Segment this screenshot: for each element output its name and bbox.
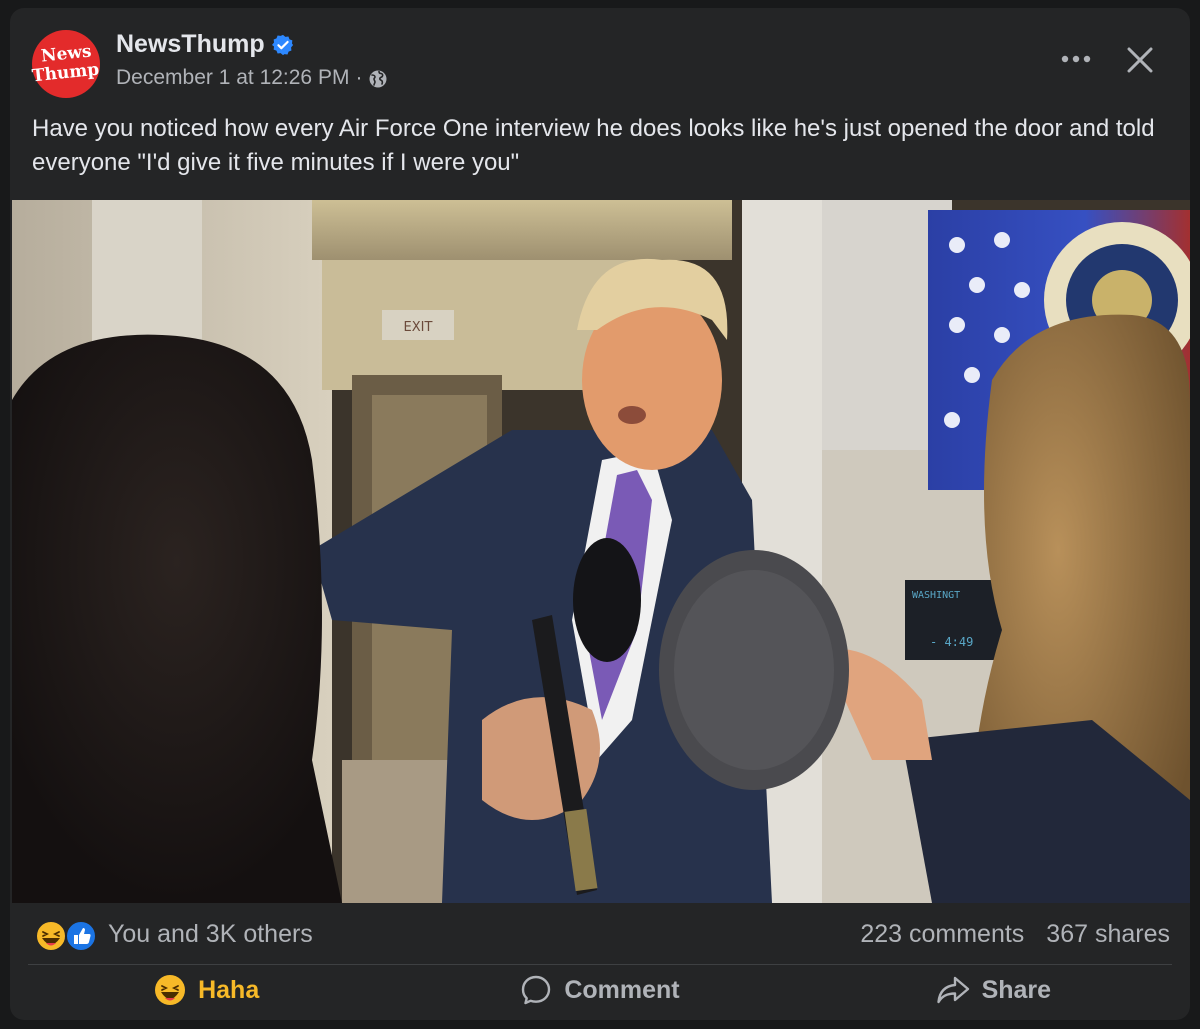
display-text-1: WASHINGT xyxy=(912,590,960,601)
reaction-summary-icons[interactable] xyxy=(34,918,104,954)
share-button[interactable]: Share xyxy=(797,966,1190,1014)
engagement-counts: 223 comments 367 shares xyxy=(860,920,1170,949)
meta-separator: · xyxy=(355,66,363,89)
close-button[interactable] xyxy=(1120,40,1160,80)
post-meta: December 1 at 12:26 PM · xyxy=(116,66,388,90)
post-card: News Thump NewsThump December 1 at 12:26… xyxy=(10,8,1190,1020)
post-video[interactable]: EXIT WASHINGT - 4:49 xyxy=(12,200,1190,903)
verified-badge-icon xyxy=(272,34,294,56)
globe-icon[interactable] xyxy=(368,69,388,89)
post-header: News Thump NewsThump December 1 at 12:26… xyxy=(10,8,1190,108)
avatar-text-line2: Thump xyxy=(31,59,101,87)
exit-sign: EXIT xyxy=(404,320,433,335)
shares-count[interactable]: 367 shares xyxy=(1046,920,1170,949)
haha-label: Haha xyxy=(198,975,260,1004)
page-name-link[interactable]: NewsThump xyxy=(116,30,265,59)
more-options-icon xyxy=(1061,55,1091,63)
share-label: Share xyxy=(981,975,1052,1004)
actions-divider xyxy=(28,964,1172,965)
comment-button[interactable]: Comment xyxy=(403,966,796,1014)
comment-icon xyxy=(522,975,551,1005)
post-caption: Have you noticed how every Air Force One… xyxy=(32,115,1155,176)
post-timestamp[interactable]: December 1 at 12:26 PM xyxy=(116,66,349,90)
comment-label: Comment xyxy=(564,975,680,1004)
haha-reaction-icon xyxy=(35,920,67,952)
haha-button[interactable]: Haha xyxy=(10,966,403,1014)
more-options-button[interactable] xyxy=(1056,44,1096,74)
comments-count[interactable]: 223 comments xyxy=(860,920,1024,949)
page-avatar[interactable]: News Thump xyxy=(31,30,101,98)
post-actions-bar: Haha Comment Share xyxy=(10,966,1190,1014)
haha-icon xyxy=(155,975,186,1005)
display-text-2: - 4:49 xyxy=(930,635,973,649)
like-reaction-icon xyxy=(65,920,97,952)
video-frame: EXIT WASHINGT - 4:49 xyxy=(12,200,1190,903)
share-icon xyxy=(936,976,969,1004)
close-icon xyxy=(1127,47,1153,73)
reactions-count-text[interactable]: You and 3K others xyxy=(108,920,313,949)
